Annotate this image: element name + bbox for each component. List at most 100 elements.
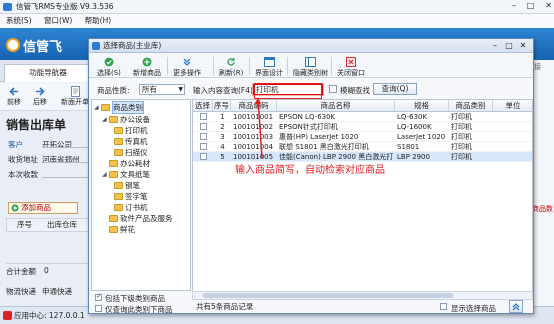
scrollbar-thumb[interactable]: [203, 293, 453, 298]
column-no: 序号: [17, 220, 32, 229]
column-select[interactable]: 选择: [193, 100, 213, 112]
folder-icon: [109, 116, 118, 123]
category-tree: ◢ 商品类别 ◢ 办公设备 打印机 传真机 扫描仪办公耗材 ◢ 文具纸笔 钢笔 签字笔订书机 软件产品…: [91, 99, 191, 291]
tree-node-6[interactable]: ◢ 文具纸笔: [102, 169, 150, 180]
column-spec[interactable]: 规格: [395, 100, 449, 112]
tree-node-4[interactable]: 扫描仪: [114, 147, 148, 158]
new-product-label: 新增商品: [133, 69, 161, 77]
table-row[interactable]: 3 100101003 惠普(HP) LaserJet 1020 LaserJet 1…: [193, 132, 532, 142]
show-selected-checkbox[interactable]: [440, 303, 447, 310]
logistics-label: 物流快递: [6, 287, 36, 296]
tree-node-1[interactable]: ◢ 办公设备: [102, 114, 150, 125]
row-spec: LaserJet 1020: [397, 133, 446, 141]
query-button[interactable]: 查询(Q): [373, 83, 417, 95]
row-name: EPSON针式打印机: [279, 123, 338, 131]
tree-node-2[interactable]: 打印机: [114, 125, 148, 136]
new-product-button[interactable]: 新增商品: [133, 56, 161, 78]
row-select-checkbox[interactable]: [200, 133, 207, 140]
main-titlebar: 信管飞RMS专业版 V9.3.536: [0, 0, 554, 14]
column-category[interactable]: 商品类别: [449, 100, 493, 112]
tree-node-10[interactable]: 软件产品及服务: [102, 213, 173, 224]
tree-node-5[interactable]: 办公耗材: [102, 158, 150, 169]
tree-node-label: 签字笔: [125, 192, 148, 201]
column-name[interactable]: 商品名称: [277, 100, 395, 112]
current-only-checkbox[interactable]: [95, 305, 102, 312]
horizontal-scrollbar[interactable]: [192, 291, 533, 300]
refresh-label: 刷新(R): [219, 69, 244, 77]
dialog-maximize-icon[interactable]: □: [503, 41, 515, 51]
row-select-checkbox[interactable]: [200, 113, 207, 120]
refresh-button[interactable]: 刷新(R): [219, 56, 243, 78]
logistics-value[interactable]: 申通快递: [42, 286, 72, 297]
tree-node-3[interactable]: 传真机: [114, 136, 148, 147]
tree-node-7[interactable]: 钢笔: [114, 180, 140, 191]
row-category: 打印机: [451, 153, 472, 161]
more-actions-button[interactable]: 更多操作: [173, 56, 201, 78]
row-category: 打印机: [451, 113, 472, 121]
row-select-checkbox[interactable]: [200, 143, 207, 150]
collapse-icon[interactable]: ◢: [102, 116, 109, 123]
arrow-left-icon: [2, 85, 26, 97]
chevron-down-icon: [173, 56, 201, 67]
column-unit[interactable]: 单位: [493, 100, 532, 112]
tree-node-root[interactable]: ◢ 商品类别: [94, 101, 144, 114]
toolbar-separator: [213, 57, 214, 75]
table-row[interactable]: 1 100101001 EPSON LQ-630K LQ-630K 打印机: [193, 112, 532, 122]
folder-icon: [114, 182, 123, 189]
tree-options: 包括下级类别商品 仅查询此类别下商品: [91, 291, 191, 315]
move-prev-button[interactable]: 前移: [2, 85, 26, 107]
main-window-title: 信管飞RMS专业版 V9.3.536: [16, 2, 114, 11]
design-icon: [255, 56, 283, 67]
main-window-controls: – □ ✕: [512, 1, 552, 10]
tree-node-9[interactable]: 订书机: [114, 202, 148, 213]
hide-tree-button[interactable]: 隐藏类别树: [293, 56, 328, 78]
arrow-right-icon: [28, 85, 52, 97]
row-select-checkbox[interactable]: [200, 123, 207, 130]
select-button[interactable]: 选择(S): [97, 56, 121, 78]
fuzzy-search-checkbox[interactable]: [329, 85, 337, 93]
tree-node-8[interactable]: 签字笔: [114, 191, 148, 202]
address-label: 收货地址: [8, 155, 38, 164]
toolbar-separator: [167, 57, 168, 75]
row-select-checkbox[interactable]: [200, 153, 207, 160]
ui-design-button[interactable]: 界面设计: [255, 56, 283, 78]
customer-label: 客户: [8, 140, 23, 149]
folder-icon: [114, 204, 123, 211]
table-row[interactable]: 2 100101002 EPSON针式打印机 LQ-1600K 打印机: [193, 122, 532, 132]
row-name: 联想 S1801 黑白激光打印机: [279, 143, 369, 151]
folder-icon: [114, 127, 123, 134]
include-sub-checkbox[interactable]: [95, 292, 102, 301]
select-product-dialog: 选择商品(主业库) – □ ✕ 选择(S) 新增商品 更多操作 刷新(R) 界面…: [88, 38, 534, 314]
tree-node-11[interactable]: 鲜花: [102, 224, 135, 235]
table-row[interactable]: 4 100101004 联想 S1801 黑白激光打印机 S1801 打印机: [193, 142, 532, 152]
category-select[interactable]: 所有 ▼: [139, 84, 185, 95]
select-button-label: 选择(S): [97, 69, 121, 77]
address-value[interactable]: 河南省郑州: [42, 154, 80, 165]
add-product-button[interactable]: 添加商品: [8, 202, 78, 214]
menu-window[interactable]: 窗口(W): [44, 16, 72, 25]
scroll-top-button[interactable]: [509, 300, 523, 313]
tab-function-navigator[interactable]: 功能导航器: [4, 64, 92, 82]
tree-node-label: 办公耗材: [120, 159, 150, 168]
brand-logo-icon: [6, 38, 20, 52]
tree-node-label: 订书机: [125, 203, 148, 212]
tree-node-label: 扫描仪: [125, 148, 148, 157]
minimize-icon[interactable]: –: [512, 1, 516, 10]
dialog-close-icon[interactable]: ✕: [517, 41, 529, 51]
menu-system[interactable]: 系统(S): [6, 16, 32, 25]
collapse-icon[interactable]: ◢: [102, 171, 109, 178]
check-circle-icon: [97, 56, 121, 67]
menu-help[interactable]: 帮助(H): [85, 16, 112, 25]
more-actions-label: 更多操作: [173, 69, 201, 77]
move-next-button[interactable]: 后移: [28, 85, 52, 107]
customer-value[interactable]: 开拓公司: [42, 139, 72, 150]
close-icon[interactable]: ✕: [545, 1, 552, 10]
maximize-icon[interactable]: □: [527, 1, 535, 10]
show-selected-label: 显示选择商品: [451, 304, 496, 313]
dialog-toolbar: 选择(S) 新增商品 更多操作 刷新(R) 界面设计 隐藏类别树 关闭窗口: [89, 54, 533, 78]
dialog-minimize-icon[interactable]: –: [489, 41, 501, 51]
close-window-button[interactable]: 关闭窗口: [337, 56, 365, 78]
collapse-icon[interactable]: ◢: [94, 104, 101, 111]
search-label: 输入内容查询(F4):: [193, 86, 256, 95]
column-no[interactable]: 序号: [213, 100, 231, 112]
